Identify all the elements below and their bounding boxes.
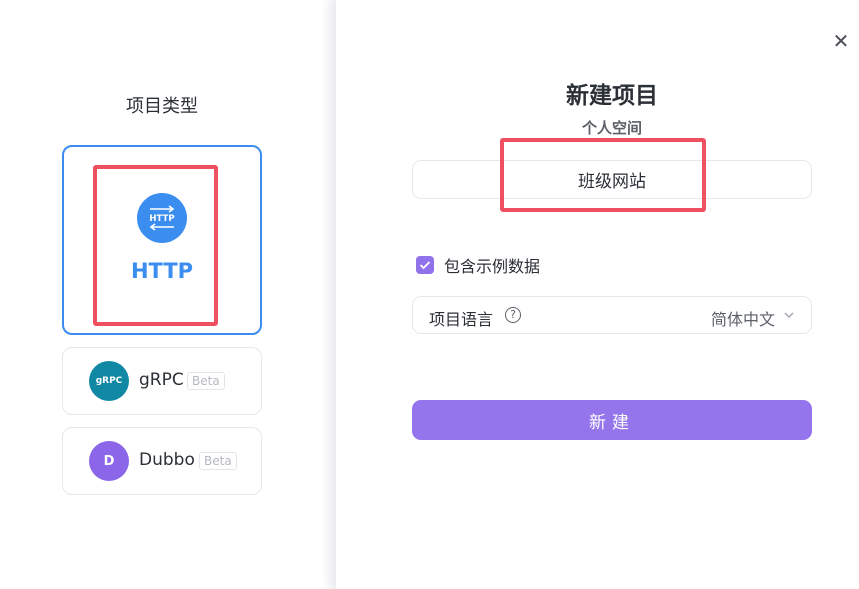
project-name-input[interactable]: [412, 160, 812, 199]
dialog-subtitle: 个人空间: [581, 119, 642, 137]
close-icon[interactable]: ✕: [830, 30, 852, 52]
http-icon-text: HTTP: [149, 214, 174, 224]
language-select-row[interactable]: 项目语言 ? 简体中文: [412, 296, 812, 334]
project-type-title: 项目类型: [126, 96, 198, 117]
include-sample-checkbox[interactable]: 包含示例数据: [416, 254, 540, 276]
dubbo-label: Dubbo: [139, 450, 195, 470]
type-card-dubbo[interactable]: D Dubbo Beta: [62, 427, 262, 495]
help-icon[interactable]: ?: [505, 307, 521, 323]
include-sample-label: 包含示例数据: [444, 257, 541, 276]
language-label: 项目语言: [429, 310, 494, 329]
language-select[interactable]: 简体中文: [711, 306, 775, 330]
http-label: HTTP: [130, 259, 194, 283]
grpc-label: gRPC: [139, 370, 184, 390]
type-card-http[interactable]: HTTP HTTP: [62, 145, 262, 335]
project-type-panel: 项目类型 HTTP HTTP gRPC gRPC Beta D Dubbo Be…: [0, 0, 336, 589]
chevron-down-icon: [784, 312, 794, 318]
dubbo-beta-badge: Beta: [199, 452, 237, 470]
http-arrows-icon: HTTP: [149, 205, 175, 231]
http-icon: HTTP: [137, 193, 187, 243]
dialog-title: 新建项目: [566, 83, 658, 109]
checkbox-checked-icon: [416, 256, 434, 274]
grpc-beta-badge: Beta: [187, 372, 225, 390]
create-button[interactable]: 新建: [412, 400, 812, 440]
panel-divider: [322, 0, 336, 589]
type-card-grpc[interactable]: gRPC gRPC Beta: [62, 347, 262, 415]
dubbo-icon: D: [89, 441, 129, 481]
grpc-icon: gRPC: [89, 361, 129, 401]
